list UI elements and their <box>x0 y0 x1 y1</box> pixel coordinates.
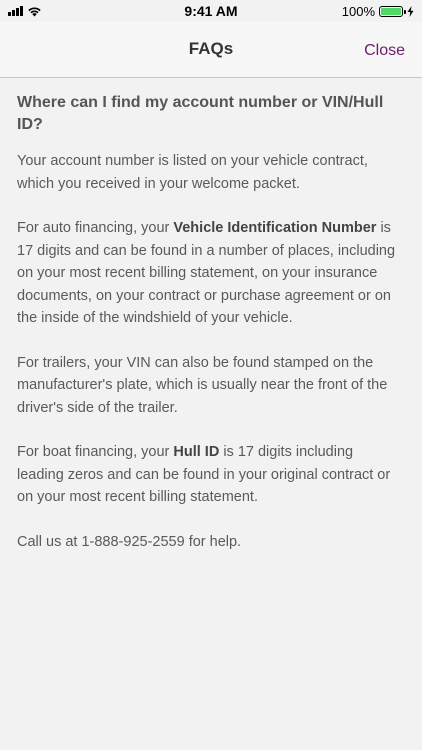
page-title: FAQs <box>188 39 234 58</box>
faq-screen: 9:41 AM 100% FAQs Close Where can I find… <box>0 0 422 750</box>
faq-content: Where can I find my account number or VI… <box>17 92 402 575</box>
status-time: 9:41 AM <box>184 3 238 19</box>
faq-contact-help: Call us at 1-888-925-2559 for help. <box>17 533 242 550</box>
faq-answer-boat-financing: For boat financing, your Hull ID is 17 d… <box>17 441 402 509</box>
auto-text-lead: For auto financing, your <box>17 220 174 236</box>
faq-answer-auto-financing: For auto financing, your Vehicle Identif… <box>17 217 402 330</box>
battery-icon <box>379 5 406 17</box>
status-bar: 9:41 AM 100% <box>0 0 422 22</box>
faq-answer-trailers: For trailers, your VIN can also be found… <box>17 354 388 416</box>
faq-answer-account-number: Your account number is listed on your ve… <box>17 153 368 192</box>
vin-term: Vehicle Identification Number <box>173 220 377 236</box>
navigation-bar: FAQs Close <box>0 22 422 78</box>
close-button[interactable]: Close <box>364 42 405 60</box>
boat-text-lead: For boat financing, your <box>17 444 174 460</box>
faq-question: Where can I find my account number or VI… <box>17 94 384 133</box>
battery-fill <box>381 7 401 15</box>
hull-id-term: Hull ID <box>173 444 220 460</box>
